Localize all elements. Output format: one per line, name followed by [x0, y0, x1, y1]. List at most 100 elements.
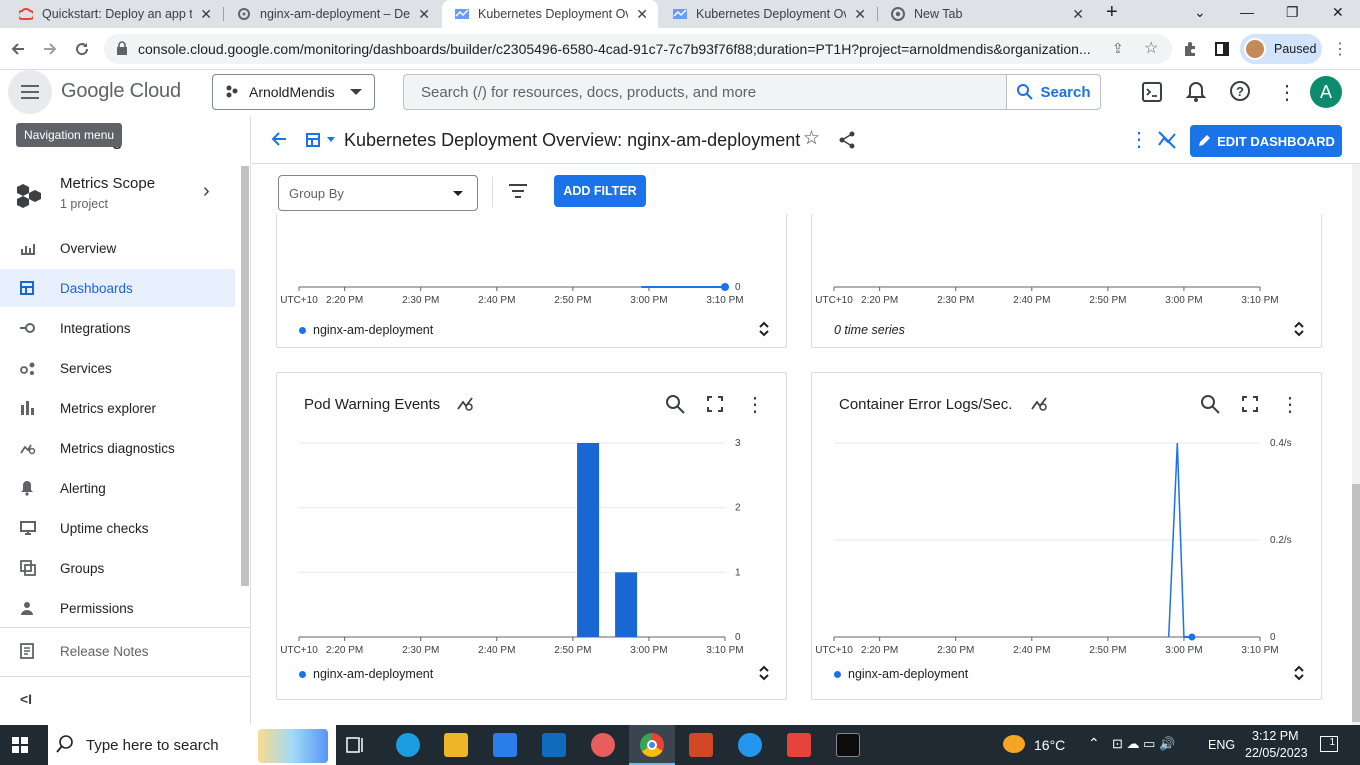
help-icon[interactable]: ? — [1229, 80, 1251, 107]
scrollbar-thumb[interactable] — [1352, 484, 1360, 722]
group-by-select[interactable]: Group By — [278, 175, 478, 211]
cloud-shell-icon[interactable] — [1142, 82, 1162, 107]
hamburger-menu-icon[interactable] — [8, 70, 52, 114]
close-icon[interactable]: ✕ — [200, 6, 212, 23]
minimize-icon[interactable]: — — [1240, 4, 1254, 20]
taskbar-search[interactable]: Type here to search — [48, 725, 336, 765]
windows-start-icon[interactable] — [12, 737, 28, 758]
dashboard-icon[interactable] — [306, 133, 320, 152]
extensions-icon[interactable] — [1180, 39, 1200, 59]
account-avatar[interactable]: A — [1310, 76, 1342, 108]
terminal-icon[interactable] — [836, 733, 860, 757]
fullscreen-icon[interactable] — [1239, 393, 1261, 415]
expand-legend-icon[interactable] — [757, 663, 771, 683]
notification-center-icon[interactable]: 1 — [1320, 736, 1338, 752]
star-icon[interactable]: ☆ — [803, 127, 820, 150]
profile-button[interactable]: Paused — [1240, 34, 1322, 64]
more-options-icon[interactable]: ⋮ — [1277, 80, 1297, 105]
zoom-icon[interactable] — [664, 393, 686, 415]
back-arrow-icon[interactable] — [270, 130, 288, 153]
reload-icon[interactable] — [72, 39, 92, 59]
sidebar-item-overview[interactable]: Overview — [0, 229, 235, 267]
chart-card-container-error-logs: Container Error Logs/Sec. ⋮ 0.4/s 0.2/s 0 U… — [811, 372, 1322, 700]
powerpoint-icon[interactable] — [689, 733, 713, 757]
google-cloud-logo[interactable]: Google Cloud — [61, 80, 181, 103]
sidebar-item-groups[interactable]: Groups — [0, 549, 235, 587]
file-explorer-icon[interactable] — [444, 733, 468, 757]
clock-time[interactable]: 3:12 PM — [1252, 729, 1299, 743]
sidebar-item-uptime-checks[interactable]: Uptime checks — [0, 509, 235, 547]
back-icon[interactable] — [8, 39, 28, 59]
bell-icon — [0, 480, 60, 496]
dropdown-arrow-icon[interactable] — [327, 137, 335, 142]
side-panel-icon[interactable] — [1212, 39, 1232, 59]
sidebar-scrollbar[interactable] — [241, 166, 249, 586]
more-options-icon[interactable]: ⋮ — [1279, 393, 1301, 416]
sidebar-item-metrics-explorer[interactable]: Metrics explorer — [0, 389, 235, 427]
project-picker[interactable]: ArnoldMendis — [212, 74, 375, 110]
git-icon[interactable] — [787, 733, 811, 757]
tab-search-icon[interactable]: ⌄ — [1194, 4, 1206, 21]
sidebar-item-integrations[interactable]: Integrations — [0, 309, 235, 347]
close-icon[interactable]: ✕ — [418, 6, 430, 23]
bookmark-star-icon[interactable]: ☆ — [1144, 38, 1158, 58]
close-icon[interactable]: ✕ — [1072, 6, 1084, 23]
snipping-icon[interactable] — [591, 733, 615, 757]
browser-tab-2[interactable]: nginx-am-deployment – Dep ✕ — [224, 0, 440, 28]
hide-legend-icon[interactable] — [1156, 129, 1178, 156]
notifications-bell-icon[interactable] — [1185, 81, 1207, 108]
browser-tab-4[interactable]: Kubernetes Deployment Ove ✕ — [660, 0, 876, 28]
browser-tab-5[interactable]: New Tab ✕ — [878, 0, 1094, 28]
taskbar-search-input[interactable]: Type here to search — [86, 737, 219, 754]
no-alert-chart-icon[interactable] — [455, 393, 477, 415]
share-icon[interactable]: ⇪ — [1112, 40, 1124, 57]
task-view-icon[interactable] — [346, 735, 366, 760]
add-filter-button[interactable]: ADD FILTER — [554, 175, 646, 207]
window-close-icon[interactable]: ✕ — [1332, 4, 1344, 21]
clock-date[interactable]: 22/05/2023 — [1245, 746, 1308, 760]
sidebar-item-metrics-diagnostics[interactable]: Metrics diagnostics — [0, 429, 235, 467]
store-icon[interactable] — [493, 733, 517, 757]
docker-icon[interactable] — [738, 733, 762, 757]
metrics-scope[interactable]: Metrics Scope 1 project › — [0, 168, 240, 220]
sidebar-item-dashboards[interactable]: Dashboards — [0, 269, 235, 307]
expand-legend-icon[interactable] — [1292, 663, 1306, 683]
tray-overflow-icon[interactable]: ⌃ — [1088, 735, 1100, 752]
chrome-menu-icon[interactable]: ⋮ — [1330, 39, 1350, 59]
edit-dashboard-button[interactable]: EDIT DASHBOARD — [1190, 125, 1342, 157]
zoom-icon[interactable] — [1199, 393, 1221, 415]
chrome-taskbar-button[interactable] — [629, 725, 675, 765]
tray-icons[interactable]: ⊡ ☁ ▭ 🔊 — [1112, 736, 1175, 752]
weather-icon[interactable] — [1003, 735, 1025, 753]
collapse-sidebar-icon[interactable]: <I — [20, 691, 32, 707]
sidebar-item-release-notes[interactable]: Release Notes — [0, 632, 235, 670]
sidebar-item-alerting[interactable]: Alerting — [0, 469, 235, 507]
search-input[interactable]: Search (/) for resources, docs, products… — [404, 84, 756, 101]
close-icon[interactable]: ✕ — [854, 6, 866, 23]
chart-legend: 0 time series — [834, 323, 905, 337]
browser-tab-1[interactable]: Quickstart: Deploy an app to ✕ — [6, 0, 222, 28]
restore-icon[interactable]: ❐ — [1286, 4, 1299, 21]
sidebar-item-permissions[interactable]: Permissions — [0, 589, 235, 627]
no-alert-chart-icon[interactable] — [1029, 393, 1051, 415]
share-icon[interactable] — [839, 131, 855, 154]
forward-icon[interactable] — [40, 39, 60, 59]
edge-icon[interactable] — [396, 733, 420, 757]
more-options-icon[interactable]: ⋮ — [1129, 127, 1149, 152]
expand-legend-icon[interactable] — [757, 319, 771, 339]
sidebar-item-services[interactable]: Services — [0, 349, 235, 387]
filter-icon[interactable] — [509, 184, 527, 203]
address-bar[interactable]: console.cloud.google.com/monitoring/dash… — [104, 34, 1172, 64]
search-button[interactable]: Search — [1006, 75, 1100, 109]
new-tab-icon[interactable]: + — [1106, 1, 1118, 24]
more-options-icon[interactable]: ⋮ — [744, 393, 766, 416]
search-box[interactable]: Search (/) for resources, docs, products… — [403, 74, 1101, 110]
browser-tab-3[interactable]: Kubernetes Deployment Ove ✕ — [442, 0, 658, 28]
expand-legend-icon[interactable] — [1292, 319, 1306, 339]
mail-icon[interactable] — [542, 733, 566, 757]
close-icon[interactable]: ✕ — [636, 6, 648, 23]
weather-temperature[interactable]: 16°C — [1034, 737, 1065, 753]
fullscreen-icon[interactable] — [704, 393, 726, 415]
page-scrollbar[interactable] — [1352, 164, 1360, 725]
input-language[interactable]: ENG — [1208, 738, 1235, 752]
